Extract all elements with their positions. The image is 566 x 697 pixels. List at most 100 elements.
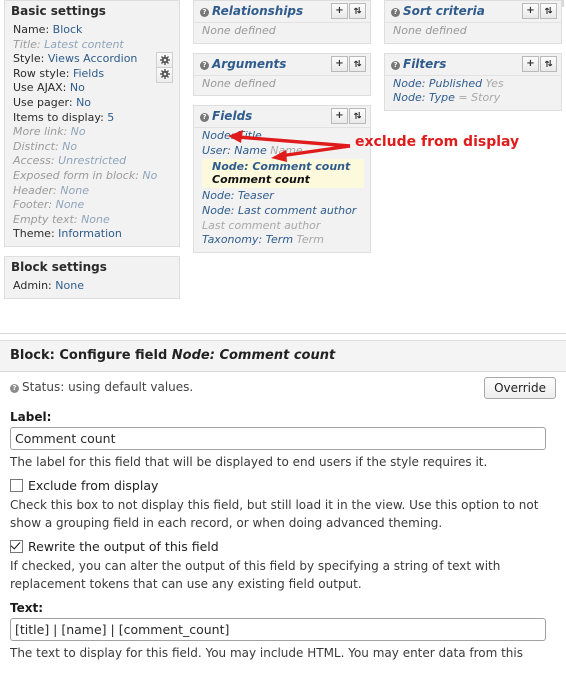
field-list-item[interactable]: Node: Teaser: [202, 189, 364, 204]
annotation-exclude-from-display: exclude from display: [355, 134, 520, 150]
field-name: Node: Title: [202, 129, 262, 143]
relationships-empty: None defined: [202, 24, 276, 37]
setting-value[interactable]: None: [60, 184, 89, 197]
add-sort-button[interactable]: +: [522, 3, 539, 19]
setting-value[interactable]: No: [62, 140, 77, 153]
add-field-button[interactable]: +: [331, 108, 348, 125]
filter-value: = Story: [454, 91, 501, 105]
setting-label: Name:: [13, 23, 53, 36]
add-argument-button[interactable]: +: [331, 55, 348, 72]
rearrange-arguments-button[interactable]: [349, 55, 366, 72]
panel-relationships-buttons: +: [330, 3, 366, 19]
text-input[interactable]: [10, 618, 546, 641]
panel-relationships: ? Relationships + None defined: [193, 0, 371, 44]
setting-label: Row style:: [13, 66, 73, 80]
rearrange-sorts-button[interactable]: [540, 3, 557, 19]
field-list-item[interactable]: Node: Last comment author: [202, 204, 364, 219]
panel-block-settings-title: Block settings: [11, 259, 107, 274]
setting-row: More link: No: [13, 125, 173, 140]
exclude-from-display-row[interactable]: Exclude from display: [10, 478, 556, 493]
field-list-item[interactable]: Taxonomy: Term Term: [202, 233, 364, 248]
setting-label: Admin:: [13, 278, 56, 292]
add-relationship-button[interactable]: +: [331, 3, 348, 19]
setting-row: Row style: Fields: [13, 66, 173, 83]
setting-row: Use AJAX: No: [13, 81, 173, 96]
setting-value[interactable]: None: [55, 279, 84, 292]
rearrange-fields-button[interactable]: [349, 108, 366, 125]
setting-value[interactable]: 5: [107, 111, 114, 124]
field-name: Taxonomy: Term: [202, 233, 294, 247]
filter-list-item[interactable]: Node: Type = Story: [393, 91, 555, 106]
panel-arguments-title[interactable]: Arguments: [212, 57, 286, 71]
field-list-item[interactable]: User: Name Name: [202, 144, 364, 159]
setting-value[interactable]: Block: [53, 23, 83, 36]
setting-value[interactable]: No: [142, 169, 157, 182]
field-list-item[interactable]: Node: Title: [202, 129, 364, 144]
field-name: Last comment author: [202, 218, 321, 232]
setting-row: Exposed form in block: No: [13, 169, 173, 184]
panel-filters: ? Filters + Node: Published Yes Node: Type…: [384, 52, 562, 111]
text-field-heading: Text:: [10, 601, 44, 615]
help-icon[interactable]: ?: [391, 8, 400, 17]
arguments-empty: None defined: [202, 76, 276, 90]
panel-filters-body: Node: Published Yes Node: Type = Story: [385, 76, 561, 110]
setting-row: Footer: None: [13, 198, 173, 213]
rearrange-relationships-button[interactable]: [349, 3, 366, 19]
setting-row: Theme: Information: [13, 227, 173, 242]
setting-value[interactable]: No: [76, 96, 91, 109]
help-icon[interactable]: ?: [200, 113, 209, 123]
rewrite-output-row[interactable]: Rewrite the output of this field: [10, 539, 556, 554]
setting-value[interactable]: Views Accordion: [48, 52, 138, 65]
panel-relationships-title[interactable]: Relationships: [212, 4, 303, 18]
rewrite-description: If checked, you can alter the output of …: [10, 559, 501, 591]
filter-name: Node: Published: [393, 76, 483, 90]
section-divider: [0, 333, 566, 334]
help-icon[interactable]: ?: [200, 60, 209, 70]
views-edit-panels: Basic settings Name: Block Title: Latest …: [0, 0, 566, 330]
panel-sort-criteria-title[interactable]: Sort criteria: [403, 4, 485, 18]
field-list-item-selected[interactable]: Node: Comment count Comment count: [202, 159, 364, 189]
setting-value[interactable]: Information: [58, 227, 122, 240]
help-icon[interactable]: ?: [200, 8, 209, 17]
rewrite-output-checkbox[interactable]: [10, 540, 23, 553]
field-list-item[interactable]: Last comment author: [202, 219, 364, 234]
settings-gear-icon[interactable]: [156, 66, 173, 83]
help-icon[interactable]: ?: [391, 60, 400, 70]
setting-label: Distinct:: [13, 139, 63, 153]
panel-filters-title[interactable]: Filters: [403, 57, 446, 71]
override-button[interactable]: Override: [484, 377, 556, 399]
exclude-from-display-checkbox[interactable]: [10, 479, 23, 492]
setting-row: Name: Block: [13, 23, 173, 38]
setting-value[interactable]: None: [56, 198, 85, 211]
add-filter-button[interactable]: +: [522, 55, 539, 72]
filter-list-item[interactable]: Node: Published Yes: [393, 77, 555, 92]
filter-value: Yes: [482, 76, 504, 90]
settings-gear-icon[interactable]: [156, 52, 173, 69]
setting-value[interactable]: Latest content: [44, 38, 124, 51]
form-heading: Block: Configure field Node: Comment cou…: [0, 340, 566, 372]
rearrange-filters-button[interactable]: [540, 55, 557, 72]
panel-fields-body: Node: Title User: Name Name Node: Comment …: [194, 128, 370, 252]
help-icon[interactable]: ?: [10, 384, 19, 393]
setting-label: More link:: [13, 125, 71, 139]
setting-label: Items to display:: [13, 110, 108, 124]
label-input[interactable]: [10, 427, 546, 450]
setting-value[interactable]: No: [71, 125, 86, 138]
exclude-from-display-label: Exclude from display: [28, 478, 159, 493]
panel-sort-criteria-body: None defined: [385, 23, 561, 43]
setting-row: Admin: None: [13, 279, 173, 294]
panel-relationships-body: None defined: [194, 23, 370, 43]
panel-fields-title[interactable]: Fields: [212, 109, 252, 123]
setting-label: Empty text:: [13, 212, 82, 226]
filter-name: Node: Type: [393, 91, 455, 105]
setting-label: Use AJAX:: [13, 81, 70, 95]
field-name: Node: Last comment author: [202, 203, 357, 217]
status-text: Status: using default values.: [22, 380, 194, 394]
setting-value[interactable]: Unrestricted: [58, 154, 126, 167]
panel-block-settings: Block settings Admin: None: [4, 255, 180, 299]
setting-label: Use pager:: [13, 95, 77, 109]
setting-value[interactable]: Fields: [73, 67, 104, 80]
setting-label: Footer:: [13, 198, 56, 212]
setting-value[interactable]: No: [70, 81, 85, 94]
setting-value[interactable]: None: [81, 213, 110, 226]
